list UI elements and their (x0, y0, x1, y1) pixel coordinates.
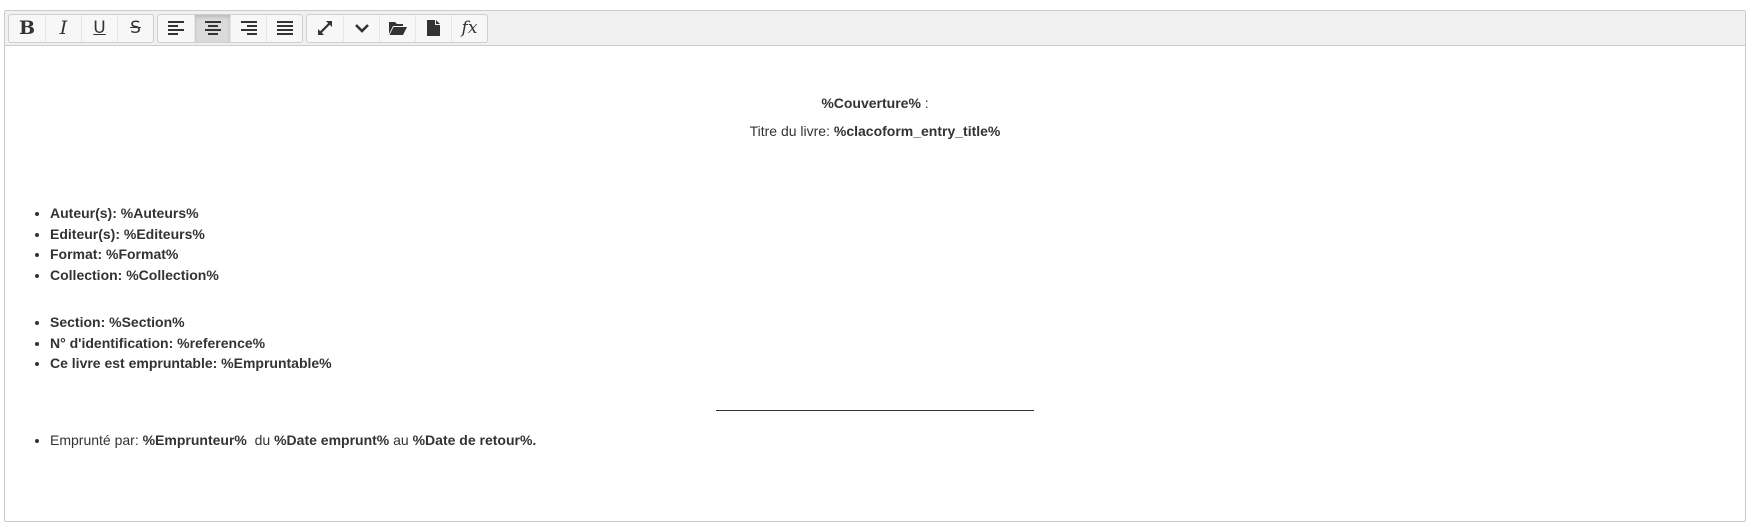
borrower-value: %Emprunteur% (142, 432, 247, 448)
list-item-reference: N° d'identification: %reference% (50, 333, 332, 354)
align-left-icon (168, 21, 184, 35)
list-item-value: %Editeurs% (123, 225, 205, 242)
align-right-button[interactable] (230, 14, 266, 42)
separator-line (5, 399, 1745, 419)
book-location-list: Section: %Section% N° d'identification: … (5, 312, 332, 374)
borrow-to-word: au (389, 432, 413, 448)
list-item-value: %Empruntable% (221, 355, 332, 371)
list-item-label: Format: (50, 246, 106, 262)
list-item-section: Section: %Section% (50, 312, 332, 333)
list-item-value: %Format% (106, 246, 179, 262)
rich-text-editor: B I U S fx %Couverture%: Titre du livre… (4, 10, 1746, 522)
list-item-label: Ce livre est empruntable: (50, 355, 222, 371)
align-justify-button[interactable] (266, 14, 302, 42)
chevron-down-icon (354, 24, 369, 33)
book-title-value: %clacoform_entry_title% (833, 123, 1001, 139)
align-center-button[interactable] (194, 14, 230, 42)
alignment-button-group (157, 13, 303, 43)
list-item-value: %Auteurs% (120, 205, 199, 221)
italic-icon: I (59, 16, 68, 39)
list-item-value: %reference% (177, 334, 266, 351)
borrow-from-word: du (246, 432, 275, 448)
align-left-button[interactable] (158, 15, 194, 42)
new-file-button[interactable] (415, 14, 451, 42)
list-item-label: Collection: (50, 266, 127, 283)
borrow-info-list: Emprunté par: %Emprunteur% du %Date empr… (5, 430, 536, 451)
cover-suffix: : (920, 95, 929, 111)
list-item-publishers: Editeur(s): %Editeurs% (50, 224, 219, 245)
strikethrough-button[interactable]: S (117, 14, 153, 42)
book-title-line: Titre du livre: %clacoform_entry_title% (5, 121, 1745, 141)
folder-open-icon (388, 22, 407, 35)
list-item-value: %Section% (109, 314, 185, 330)
expand-icon (318, 21, 332, 35)
list-item-borrowable: Ce livre est empruntable: %Empruntable% (50, 353, 332, 374)
list-item-label: Auteur(s): (50, 205, 121, 221)
align-justify-icon (276, 21, 293, 35)
list-item-value: %Collection% (126, 266, 219, 283)
file-icon (427, 20, 440, 36)
list-item-collection: Collection: %Collection% (50, 265, 219, 286)
borrow-date-value: %Date emprunt% (274, 432, 390, 448)
fullscreen-button[interactable] (307, 15, 343, 42)
open-folder-button[interactable] (379, 14, 415, 42)
borrow-prefix: Emprunté par: (50, 432, 143, 448)
underline-icon: U (93, 17, 106, 38)
cover-placeholder: %Couverture% (821, 95, 921, 111)
italic-button[interactable]: I (45, 14, 81, 42)
bold-icon: B (18, 16, 36, 39)
list-item-label: N° d'identification: (50, 334, 178, 351)
more-button[interactable] (343, 14, 379, 42)
formula-button[interactable]: fx (451, 14, 487, 42)
cover-line: %Couverture% : (5, 93, 1745, 113)
book-title-label: Titre du livre: (749, 123, 834, 139)
align-center-icon (204, 21, 221, 35)
align-right-icon (240, 21, 257, 35)
function-icon: fx (461, 18, 478, 38)
underline-button[interactable]: U (81, 14, 117, 42)
list-item-authors: Auteur(s): %Auteurs% (50, 203, 219, 224)
strikethrough-icon: S (130, 17, 141, 38)
editor-toolbar: B I U S fx (5, 11, 1745, 46)
bold-button[interactable]: B (9, 15, 45, 42)
book-details-list: Auteur(s): %Auteurs% Editeur(s): %Editeu… (5, 203, 219, 285)
list-item-label: Editeur(s): (50, 225, 124, 242)
return-date-value: %Date de retour%. (412, 432, 537, 448)
horizontal-rule (716, 409, 1034, 411)
format-button-group: B I U S (8, 13, 154, 43)
list-item-borrow: Emprunté par: %Emprunteur% du %Date empr… (50, 430, 536, 451)
list-item-format: Format: %Format% (50, 244, 219, 265)
tools-button-group: fx (306, 13, 488, 43)
list-item-label: Section: (50, 314, 110, 330)
